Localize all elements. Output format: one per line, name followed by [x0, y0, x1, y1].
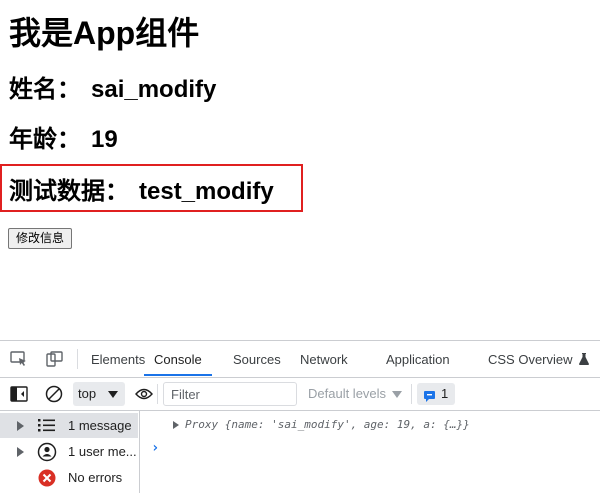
age-row: 年龄： 19: [9, 125, 118, 155]
tab-network[interactable]: Network: [300, 341, 348, 376]
log-levels-dropdown[interactable]: Default levels: [308, 382, 403, 406]
issues-badge[interactable]: 1: [417, 383, 455, 405]
sidebar-item-errors[interactable]: No errors: [0, 465, 138, 490]
tab-divider: [77, 349, 78, 369]
log-levels-label: Default levels: [308, 386, 387, 401]
test-data-label: 测试数据：: [9, 178, 129, 205]
tab-css-overview-label: CSS Overview: [488, 352, 573, 367]
console-prompt-icon[interactable]: ›: [151, 440, 159, 456]
sidebar-toggle-icon[interactable]: [10, 386, 28, 407]
console-log-entry[interactable]: Proxy {name: 'sai_modify', age: 19, a: {…: [140, 414, 600, 436]
chevron-down-icon: [108, 391, 118, 398]
test-data-value: test_modify: [139, 178, 274, 205]
name-row: 姓名： sai_modify: [9, 75, 216, 105]
sidebar-item-label: 1 user me...: [68, 444, 137, 459]
expand-arrow-icon[interactable]: [173, 421, 179, 429]
context-select[interactable]: top: [73, 382, 125, 406]
expand-arrow-icon[interactable]: [17, 447, 24, 457]
issues-icon: [423, 388, 436, 410]
tab-application[interactable]: Application: [386, 341, 450, 376]
name-label: 姓名：: [9, 76, 81, 103]
sidebar-item-label: 1 message: [68, 418, 132, 433]
app-component: 我是App组件 姓名： sai_modify 年龄： 19 测试数据： test_mo…: [0, 0, 600, 340]
age-label: 年龄：: [9, 126, 81, 153]
inspect-element-icon[interactable]: [10, 351, 28, 372]
toolbar-divider: [157, 384, 158, 404]
age-value: 19: [91, 126, 118, 153]
issues-count: 1: [441, 386, 449, 401]
filter-input[interactable]: [163, 382, 297, 406]
sidebar-item-label: No errors: [68, 470, 123, 485]
context-value: top: [78, 386, 97, 401]
chevron-down-icon: [392, 391, 403, 399]
devtools-tabbar: Elements Console Sources Network Applica…: [0, 341, 600, 378]
console-sidebar: 1 message 1 user me... No errors: [0, 411, 140, 493]
toolbar-divider: [411, 384, 412, 404]
flask-icon: [579, 342, 590, 380]
console-toolbar: top Default levels 1: [0, 378, 600, 411]
modify-info-button[interactable]: 修改信息: [8, 228, 73, 249]
eye-icon[interactable]: [135, 387, 153, 406]
sidebar-item-messages[interactable]: 1 message: [0, 413, 138, 438]
tab-console[interactable]: Console: [144, 341, 212, 376]
sidebar-item-user-messages[interactable]: 1 user me...: [0, 439, 138, 464]
device-toolbar-icon[interactable]: [46, 351, 64, 372]
app-title: 我是App组件: [9, 15, 200, 51]
clear-console-icon[interactable]: [45, 385, 63, 408]
console-output: Proxy {name: 'sai_modify', age: 19, a: {…: [140, 411, 600, 493]
test-data-row: 测试数据： test_modify: [9, 177, 274, 207]
tab-css-overview[interactable]: CSS Overview: [488, 341, 590, 376]
expand-arrow-icon[interactable]: [17, 421, 24, 431]
tab-sources[interactable]: Sources: [233, 341, 281, 376]
console-log-text: Proxy {name: 'sai_modify', age: 19, a: {…: [185, 418, 470, 431]
devtools-panel: Elements Console Sources Network Applica…: [0, 340, 600, 493]
name-value: sai_modify: [91, 76, 217, 103]
tab-elements[interactable]: Elements: [91, 341, 145, 376]
